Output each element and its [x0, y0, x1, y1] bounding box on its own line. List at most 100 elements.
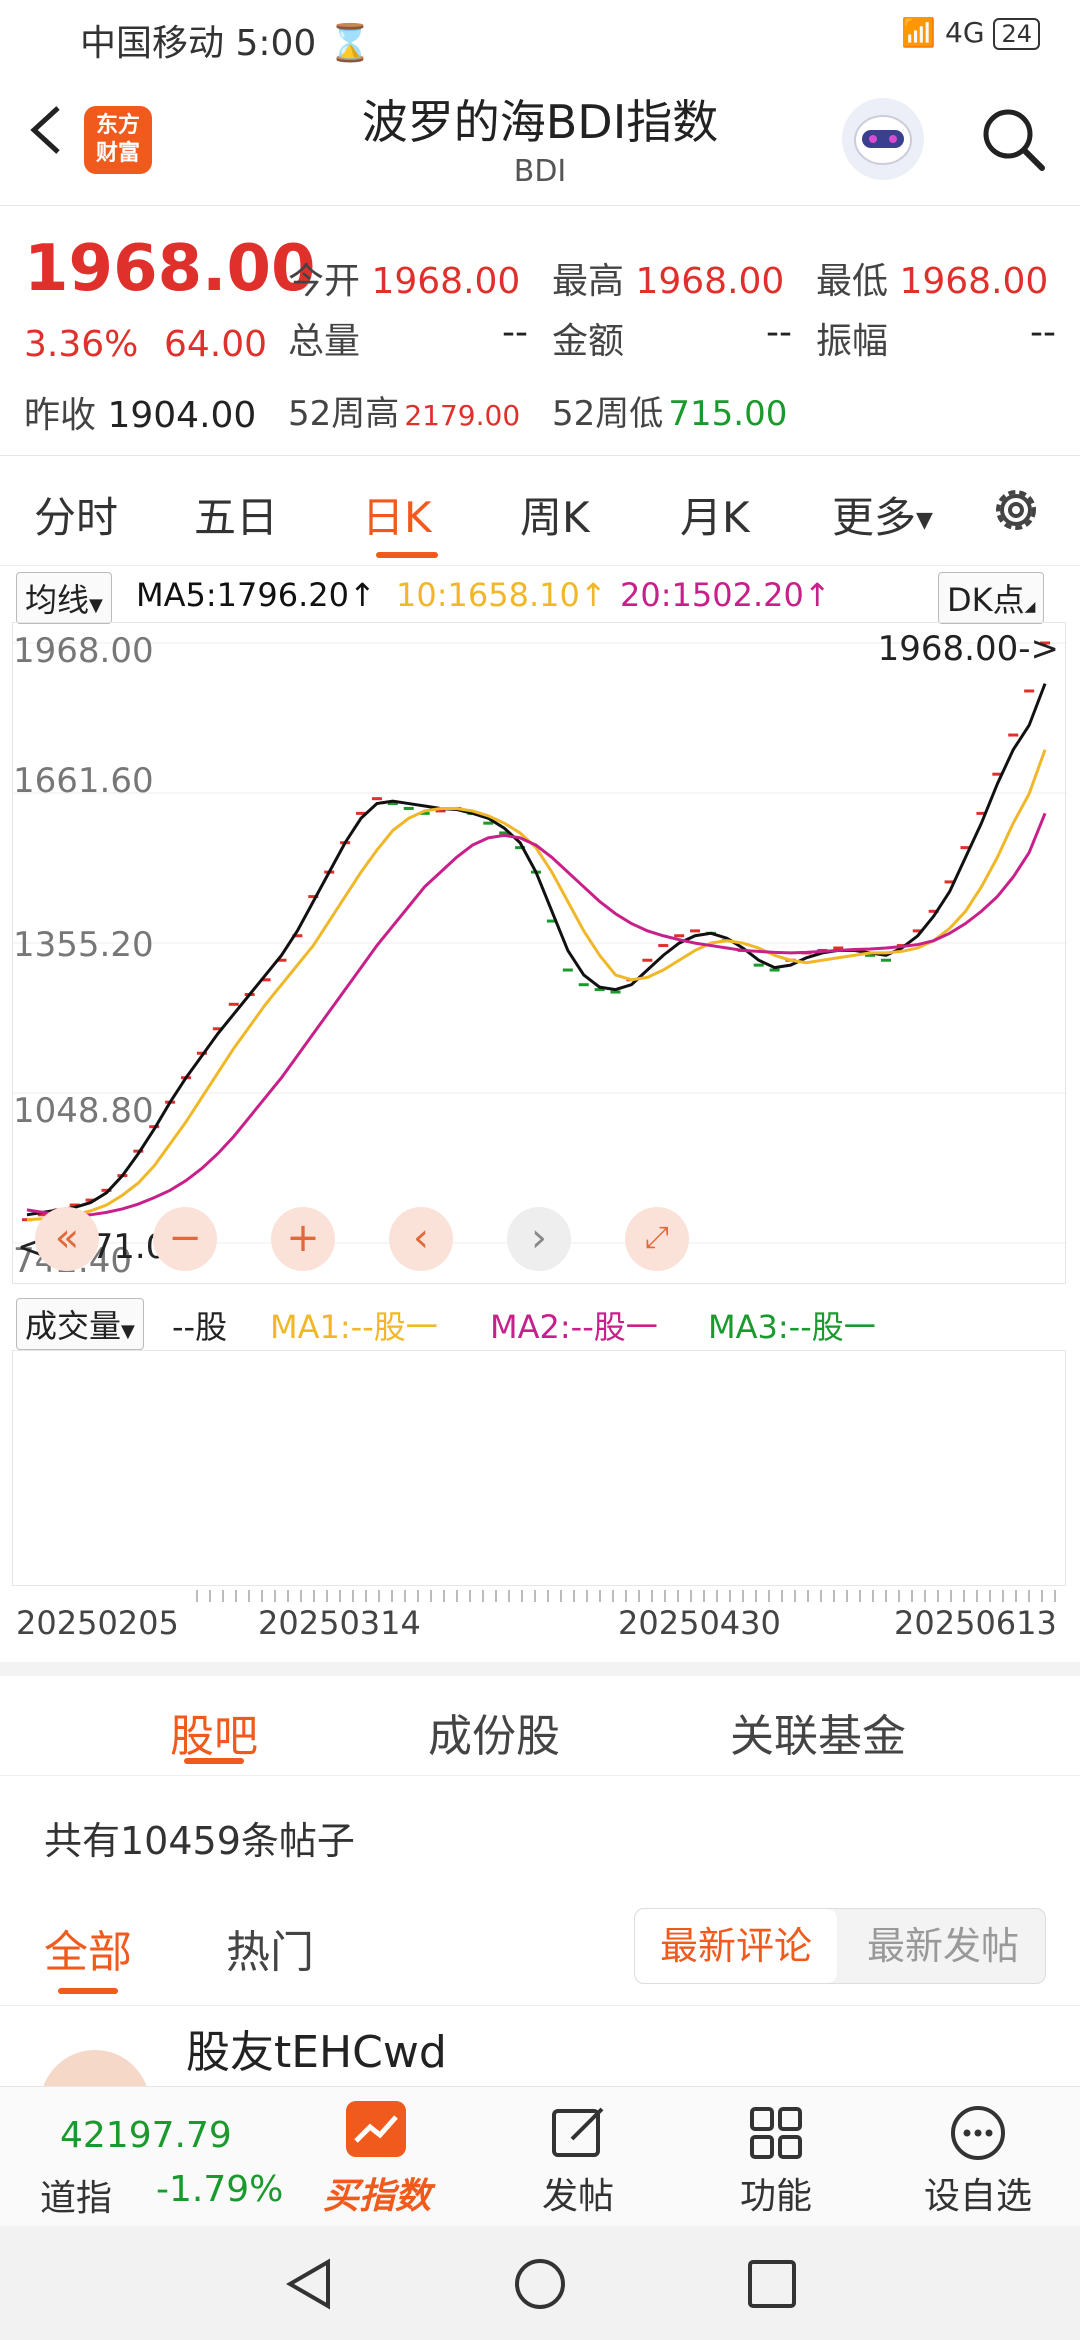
- week52-high-value: 2179.00: [404, 399, 521, 432]
- zoom-in-button[interactable]: +: [271, 1207, 335, 1271]
- high-value: 1968.00: [635, 261, 785, 302]
- buy-index-label[interactable]: 买指数: [310, 2167, 444, 2219]
- grid-icon[interactable]: [746, 2103, 806, 2163]
- post-nav-label[interactable]: 发帖: [508, 2167, 648, 2219]
- tab-constituents[interactable]: 成份股: [428, 1700, 560, 1764]
- post-item[interactable]: 股友tEHCwd: [0, 2006, 1080, 2110]
- sort-latest-comment[interactable]: 最新评论: [635, 1909, 837, 1983]
- amount: 金额 --: [552, 312, 792, 364]
- tab-intraday[interactable]: 分时: [34, 484, 118, 545]
- x-tick-label: 20250613: [894, 1604, 1057, 1642]
- edit-post-icon[interactable]: [548, 2103, 608, 2163]
- ma5-value: MA5:1796.20↑: [136, 576, 376, 614]
- system-back-icon[interactable]: [282, 2256, 336, 2312]
- corner-icon: ◢: [1024, 599, 1036, 615]
- x-tick-label: 20250205: [16, 1604, 179, 1642]
- search-icon[interactable]: [978, 104, 1048, 174]
- candle: [578, 983, 589, 987]
- week52-low-value: 715.00: [668, 394, 788, 434]
- quote-panel: 1968.00 3.36% 64.00 昨收 1904.00 今开 1968.0…: [0, 206, 1080, 456]
- ma-selector-label: 均线: [25, 581, 90, 619]
- ma10-value: 10:1658.10↑: [396, 576, 607, 614]
- candle: [403, 806, 414, 810]
- week52-low: 52周低 715.00: [552, 386, 787, 435]
- y-tick-label: 1661.60: [13, 761, 154, 801]
- volume-selector[interactable]: 成交量▼: [16, 1298, 144, 1350]
- divider: [0, 1662, 1080, 1676]
- x-tick-label: 20250430: [618, 1604, 781, 1642]
- y-tick-label: 1048.80: [13, 1091, 154, 1131]
- candle: [658, 944, 669, 948]
- dow-label: 道指: [40, 2178, 113, 2219]
- carrier: 中国移动: [80, 23, 225, 64]
- kline-chart[interactable]: 1968.00 1661.60 1355.20 1048.80 742.40 1…: [12, 622, 1067, 1284]
- tab-forum[interactable]: 股吧: [170, 1700, 258, 1764]
- x-axis-ticks: [196, 1590, 1064, 1602]
- zoom-out-button[interactable]: −: [153, 1207, 217, 1271]
- scroll-left-fast-button[interactable]: «: [35, 1207, 99, 1271]
- sort-segmented-control: 最新评论 最新发帖: [634, 1908, 1046, 1984]
- scroll-right-button[interactable]: ›: [507, 1207, 571, 1271]
- dow-change: -1.79%: [156, 2169, 284, 2210]
- candle: [753, 963, 764, 967]
- fullscreen-icon[interactable]: ⤢: [625, 1207, 689, 1271]
- status-bar: 中国移动 5:00 ⌛ 📶 4G 24: [0, 0, 1080, 72]
- volume-chart: [12, 1350, 1066, 1586]
- community-tabs: 股吧 成份股 关联基金: [0, 1676, 1080, 1776]
- week52-low-label: 52周低: [552, 394, 664, 434]
- x-tick-label: 20250314: [258, 1604, 421, 1642]
- candle: [674, 934, 685, 938]
- function-nav-label[interactable]: 功能: [706, 2167, 846, 2219]
- chart-period-tabs: 分时 五日 日K 周K 月K 更多▼: [0, 456, 1080, 566]
- series-line-ma5: [26, 683, 1047, 1217]
- vol-ma2: MA2:--股一: [490, 1308, 658, 1346]
- volume-legend-bar: 成交量▼ --股 MA1:--股一 MA2:--股一 MA3:--股一: [0, 1290, 1080, 1350]
- active-tab-underline: [184, 1758, 244, 1764]
- amplitude: 振幅 --: [816, 312, 1056, 364]
- tab-related-funds[interactable]: 关联基金: [730, 1700, 906, 1764]
- filter-hot[interactable]: 热门: [226, 1916, 314, 1980]
- more-dots-icon[interactable]: [948, 2103, 1008, 2163]
- bottom-navigation: 42197.79 道指 -1.79% 买指数 发帖 功能 设自选: [0, 2086, 1080, 2226]
- low-label: 最低: [816, 261, 889, 302]
- kline-svg: [13, 641, 1067, 1244]
- tab-five-day[interactable]: 五日: [194, 484, 278, 545]
- battery-icon: 24: [993, 18, 1040, 50]
- filter-all[interactable]: 全部: [44, 1916, 132, 1980]
- tab-monthly-k[interactable]: 月K: [680, 484, 750, 545]
- candle: [690, 929, 701, 933]
- post-author: 股友tEHCwd: [186, 2027, 447, 2078]
- trend-chart-icon[interactable]: [346, 2101, 406, 2157]
- dow-value[interactable]: 42197.79: [60, 2115, 232, 2156]
- clock: 5:00: [235, 23, 317, 64]
- ma-selector[interactable]: 均线▼: [16, 572, 112, 624]
- prev-close-label: 昨收: [24, 395, 97, 436]
- add-watchlist-label[interactable]: 设自选: [908, 2167, 1048, 2219]
- volume-unit: --股: [172, 1308, 228, 1346]
- system-recents-icon[interactable]: [744, 2256, 800, 2312]
- tab-daily-k[interactable]: 日K: [362, 484, 432, 545]
- last-price: 1968.00: [24, 232, 316, 306]
- caret-down-icon: ▼: [916, 508, 933, 533]
- dk-point-button[interactable]: DK点◢: [938, 572, 1045, 624]
- candle: [642, 958, 653, 962]
- open-value: 1968.00: [371, 261, 521, 302]
- prev-close: 昨收 1904.00: [24, 386, 256, 438]
- low: 最低 1968.00: [816, 252, 1048, 304]
- post-filter-row: 全部 热门 最新评论 最新发帖: [0, 1886, 1080, 2006]
- assistant-robot-icon[interactable]: [842, 98, 924, 180]
- series-line-ma10: [26, 749, 1047, 1222]
- tab-more[interactable]: 更多▼: [832, 484, 933, 545]
- low-value: 1968.00: [899, 261, 1049, 302]
- last-price-marker: 1968.00->: [877, 629, 1059, 669]
- candle: [1024, 689, 1035, 693]
- y-tick-label: 1968.00: [13, 631, 154, 671]
- system-home-icon[interactable]: [512, 2256, 568, 2312]
- tab-weekly-k[interactable]: 周K: [520, 484, 590, 545]
- sort-latest-post[interactable]: 最新发帖: [841, 1909, 1045, 1983]
- high-label: 最高: [552, 261, 625, 302]
- gear-icon[interactable]: [988, 482, 1044, 538]
- app-header: 东方 财富 波罗的海BDI指数 BDI: [0, 72, 1080, 206]
- prev-close-value: 1904.00: [107, 395, 257, 436]
- scroll-left-button[interactable]: ‹: [389, 1207, 453, 1271]
